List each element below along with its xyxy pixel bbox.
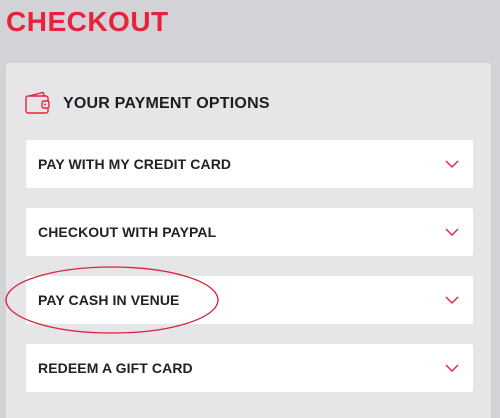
checkout-page: CHECKOUT YOUR PAYMENT OPTIONS PAY WITH M… xyxy=(0,0,500,418)
payment-options-panel: YOUR PAYMENT OPTIONS PAY WITH MY CREDIT … xyxy=(6,63,491,418)
panel-title: YOUR PAYMENT OPTIONS xyxy=(63,95,270,112)
chevron-down-icon xyxy=(445,160,459,168)
option-credit-card[interactable]: PAY WITH MY CREDIT CARD xyxy=(26,140,473,188)
chevron-down-icon xyxy=(445,296,459,304)
option-paypal[interactable]: CHECKOUT WITH PAYPAL xyxy=(26,208,473,256)
option-cash-in-venue[interactable]: PAY CASH IN VENUE xyxy=(26,276,473,324)
wallet-icon xyxy=(25,91,50,114)
option-label: CHECKOUT WITH PAYPAL xyxy=(38,224,217,240)
option-gift-card[interactable]: REDEEM A GIFT CARD xyxy=(26,344,473,392)
option-label: PAY WITH MY CREDIT CARD xyxy=(38,156,232,172)
chevron-down-icon xyxy=(445,228,459,236)
panel-header: YOUR PAYMENT OPTIONS xyxy=(24,89,270,119)
option-label: REDEEM A GIFT CARD xyxy=(38,360,193,376)
option-label: PAY CASH IN VENUE xyxy=(38,292,180,308)
page-title: CHECKOUT xyxy=(6,6,169,37)
chevron-down-icon xyxy=(445,364,459,372)
